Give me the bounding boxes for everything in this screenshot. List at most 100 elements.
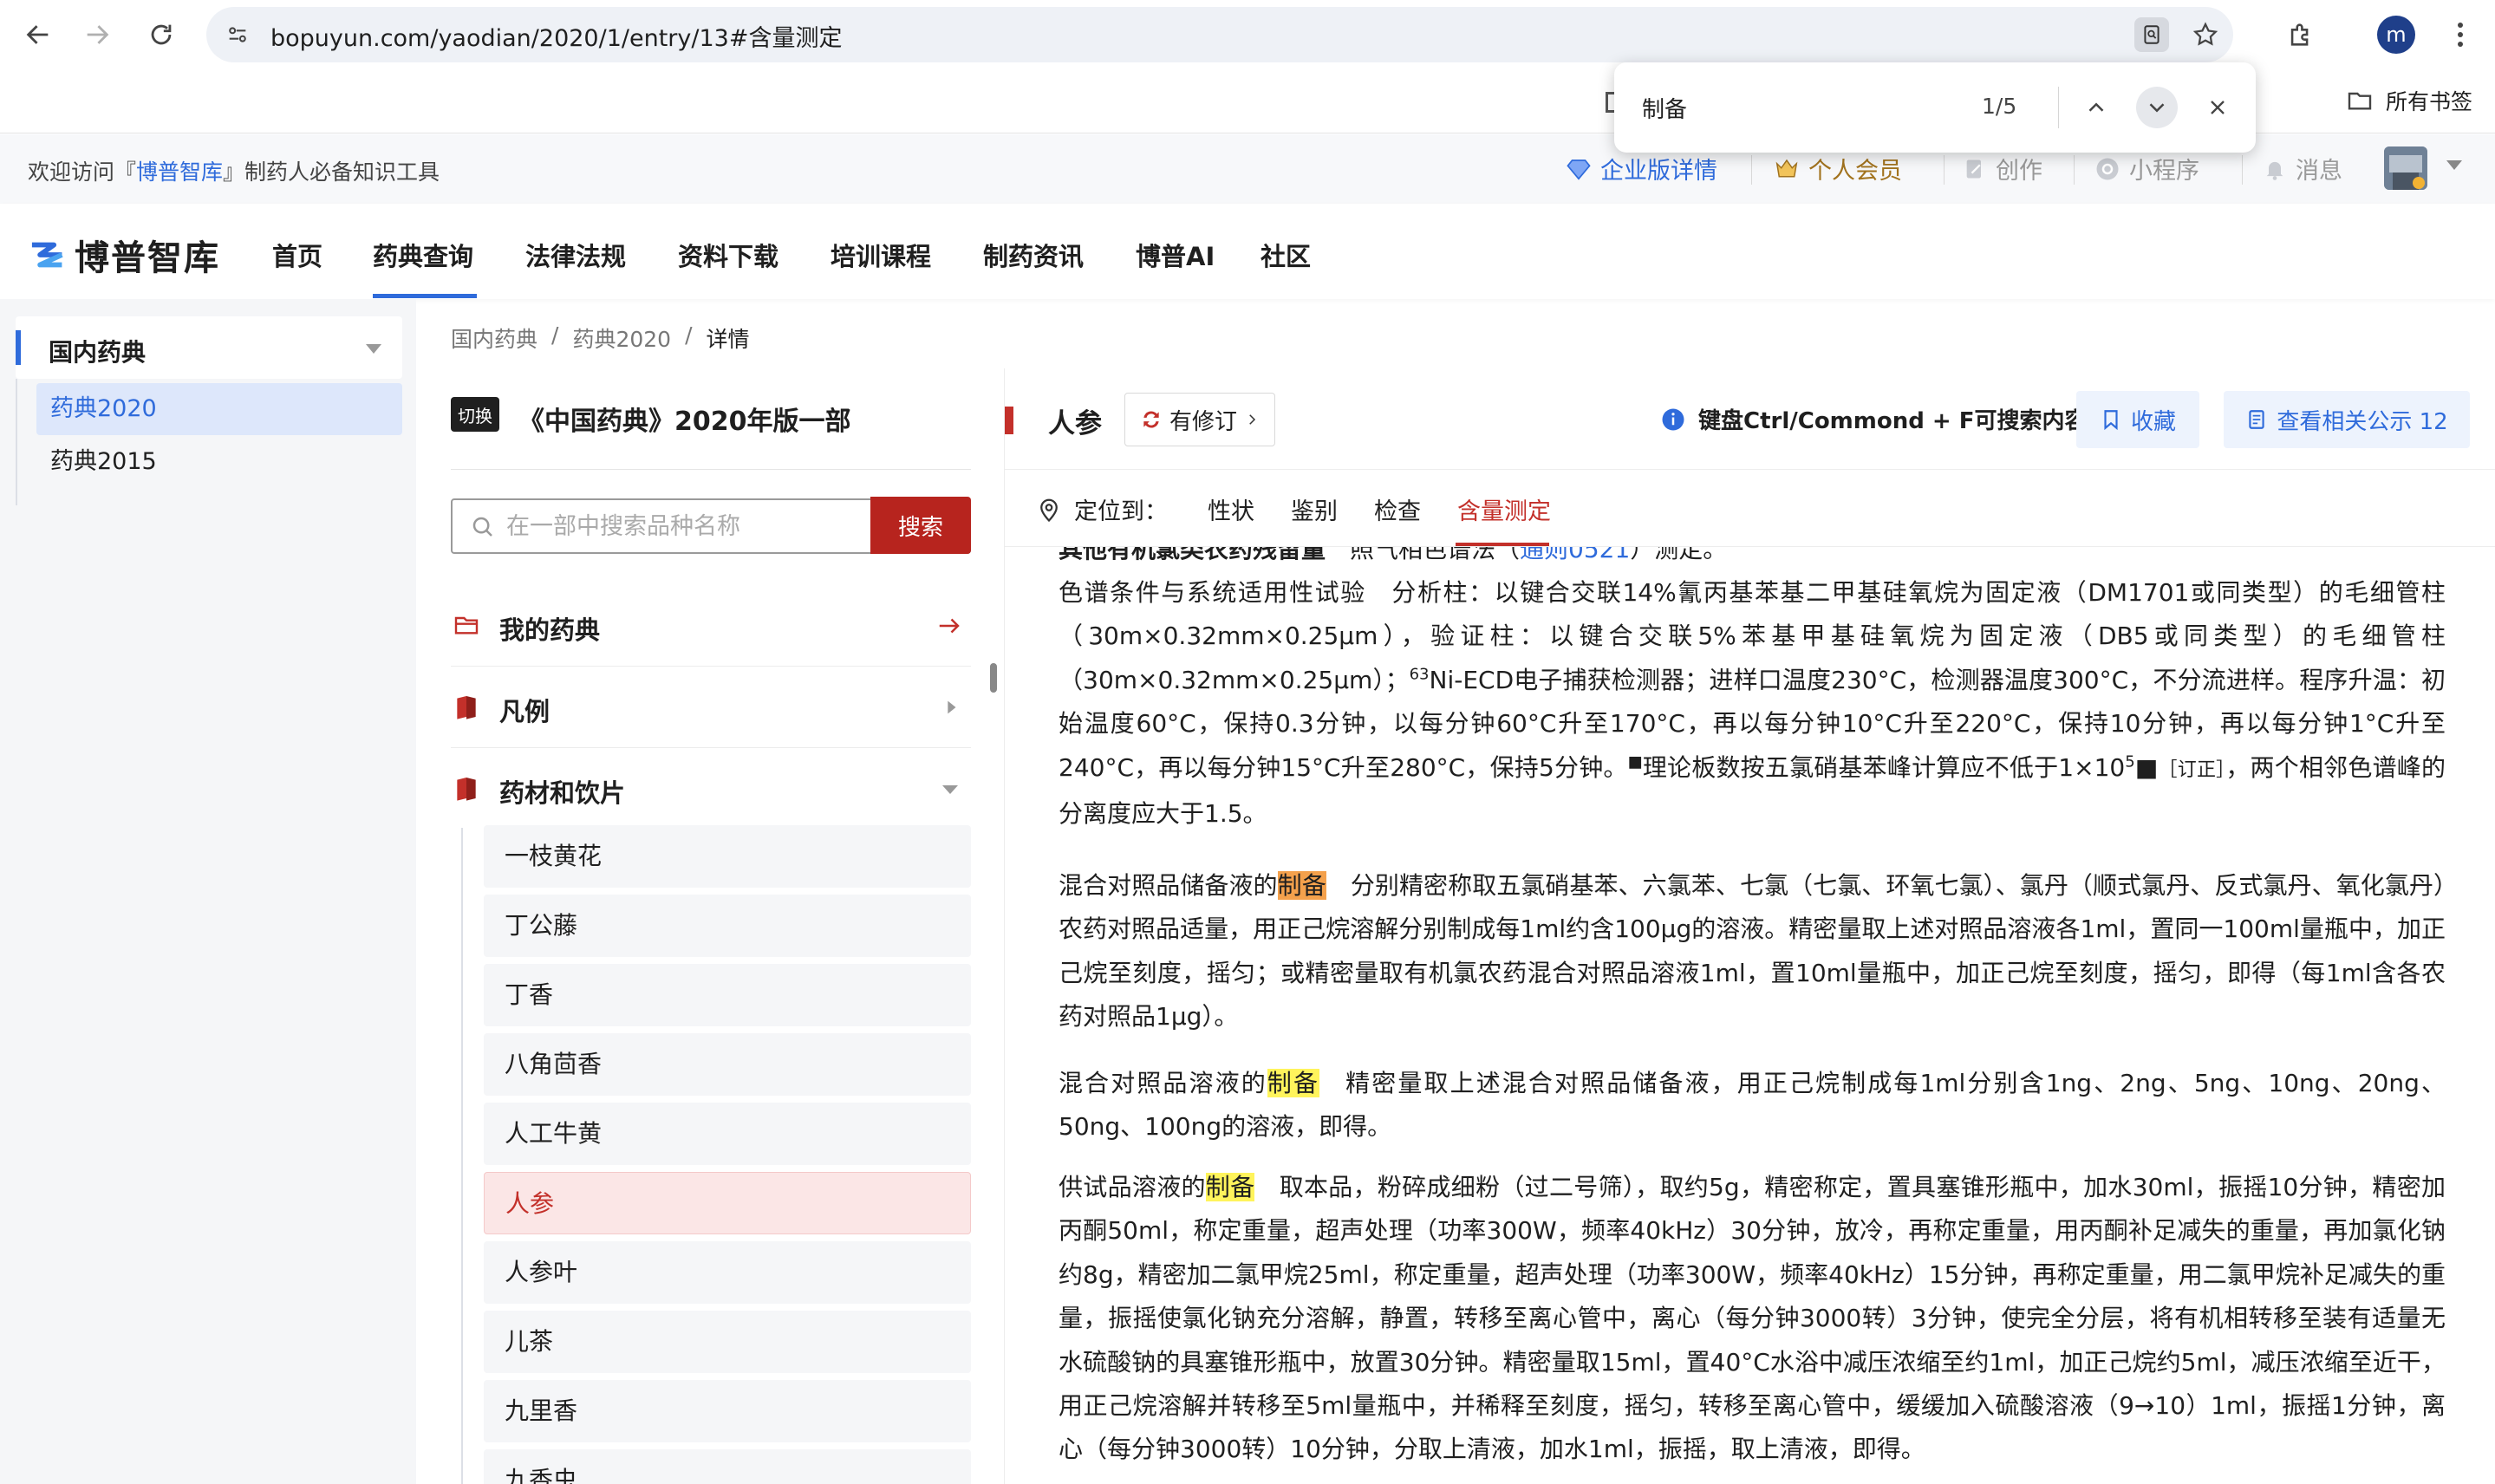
forward-button[interactable] [75,12,120,57]
find-input[interactable]: 制备 [1642,92,1687,124]
folder-icon [454,616,479,635]
nav-item-news[interactable]: 制药资讯 [983,237,1084,273]
drug-item[interactable]: 人工牛黄 [484,1103,971,1165]
user-menu-caret-icon[interactable] [2446,160,2462,170]
bookmark-icon [2104,410,2118,431]
paragraph-heading: 其他有机氯类农药残留量 [1059,547,1326,563]
search-highlight-current: 制备 [1277,871,1326,900]
catalog-tree-line [461,828,463,1484]
document-icon [2249,410,2264,429]
messages-link[interactable]: 消息 [2263,152,2342,186]
section-general-notices[interactable]: 凡例 [451,667,971,748]
sidebar-group-domestic[interactable]: 国内药典 [16,316,402,379]
site-info-icon[interactable] [218,16,257,54]
logo-mark-icon [31,242,63,268]
profile-avatar[interactable]: m [2377,16,2415,54]
back-button[interactable] [16,12,61,57]
drug-item[interactable]: 儿茶 [484,1311,971,1373]
monograph-content: 其他有机氯类农药残留量 照气相色谱法（通则0521）测定。 色谱条件与系统适用性… [1005,547,2495,1484]
create-label: 创作 [1996,158,2042,185]
catalog-scrollbar[interactable] [990,663,997,693]
switch-button[interactable]: 切换 [451,397,499,432]
book-icon [457,778,476,801]
collect-button[interactable]: 收藏 [2076,391,2199,448]
collect-label: 收藏 [2130,408,2176,435]
revision-badge[interactable]: 有修订 [1124,393,1275,446]
mini-program-link[interactable]: 小程序 [2094,152,2199,186]
address-bar[interactable]: bopuyun.com/yaodian/2020/1/entry/13#含量测定 [206,7,2233,62]
sidebar-item-2015[interactable]: 药典2015 [36,436,402,488]
breadcrumb-2020[interactable]: 药典2020 [572,322,671,354]
caret-down-icon [942,785,958,794]
locator-tab-assay[interactable]: 含量测定 [1457,492,1551,526]
create-link[interactable]: 创作 [1963,152,2042,186]
catalog-search-input[interactable] [506,500,836,552]
nav-item-downloads[interactable]: 资料下载 [678,237,778,273]
drug-item[interactable]: 人参叶 [484,1241,971,1304]
welcome-suffix: 』制药人必备知识工具 [223,159,440,185]
search-button[interactable]: 搜索 [870,497,971,554]
site-logo[interactable]: 博普智库 [26,230,220,280]
extensions-puzzle-icon[interactable] [2280,14,2322,55]
all-bookmarks-button[interactable]: 所有书签 [2346,85,2472,116]
vip-link[interactable]: 个人会员 [1774,152,1902,186]
locator-tab-identification[interactable]: 鉴别 [1291,492,1338,526]
monograph-header: 人参 有修订 键盘Ctrl/Commond + F可搜索内容 收藏 查看相关公示… [1005,368,2495,469]
reload-button[interactable] [139,12,184,57]
title-accent-bar [1005,407,1013,434]
find-close-button[interactable] [2197,87,2238,128]
find-previous-button[interactable] [2075,87,2117,128]
monograph-title: 人参 [1048,408,1102,439]
user-avatar[interactable] [2384,146,2427,190]
book-icon [457,696,476,719]
section-herbs-pieces[interactable]: 药材和饮片 [451,748,971,830]
locator-tab-tests[interactable]: 检查 [1374,492,1421,526]
nav-item-pharmacopoeia[interactable]: 药典查询 [373,237,473,273]
sidebar-group-label: 国内药典 [49,338,147,367]
nav-item-regulations[interactable]: 法律法规 [525,237,626,273]
revision-label: 有修订 [1169,408,1237,435]
page-search-icon[interactable] [2134,17,2169,52]
search-hint-text: 键盘Ctrl/Commond + F可搜索内容 [1698,408,2088,434]
nav-item-ai[interactable]: 博普AI [1136,237,1215,273]
sidebar-item-2020[interactable]: 药典2020 [36,383,402,435]
drug-item[interactable]: 丁公藤 [484,895,971,957]
revision-swap-icon [1143,411,1159,428]
drug-item[interactable]: 丁香 [484,964,971,1026]
diamond-icon [1567,159,1591,180]
messages-label: 消息 [2296,158,2342,185]
locator-tab-character[interactable]: 性状 [1208,492,1254,526]
nav-active-underline [373,294,477,298]
browser-menu-icon[interactable] [2443,16,2478,54]
catalog-panel: 切换 《中国药典》2020年版一部 搜索 我的药典 凡例 药材和饮片 一枝黄花 … [416,368,1004,1484]
related-notices-button[interactable]: 查看相关公示 12 [2224,391,2470,448]
welcome-brand-link[interactable]: 博普智库 [136,159,223,185]
url-text[interactable]: bopuyun.com/yaodian/2020/1/entry/13#含量测定 [270,19,842,53]
nav-item-home[interactable]: 首页 [272,237,322,273]
nav-item-courses[interactable]: 培训课程 [831,237,931,273]
reload-icon [151,24,172,45]
drug-item-active[interactable]: 人参 [484,1172,971,1234]
breadcrumb: 国内药典 / 药典2020 / 详情 [451,322,750,354]
bookmark-star-icon[interactable] [2186,16,2225,54]
general-rule-link[interactable]: 通则0521 [1520,547,1630,563]
chevron-right-icon [1249,414,1256,425]
locator-active-underline [1456,543,1549,546]
nav-item-community[interactable]: 社区 [1261,237,1311,273]
enterprise-link[interactable]: 企业版详情 [1566,152,1717,186]
drug-item[interactable]: 八角茴香 [484,1033,971,1096]
paragraph-text: 理论板数按五氯硝基苯峰计算应不低于1×10 [1642,752,2126,782]
welcome-prefix: 欢迎访问『 [28,159,137,185]
top-divider [2074,155,2075,185]
paragraph-text: 取本品，粉碎成细粉（过二号筛），取约5g，精密称定，置具塞锥形瓶中，加水30ml… [1059,1173,2446,1464]
locator-label-text: 定位到： [1074,498,1168,525]
paragraph-reference-solution: 混合对照品溶液的制备 精密量取上述混合对照品储备液，用正己烷制成每1ml分别含1… [1059,1062,2446,1149]
drug-item[interactable]: 九香虫 [484,1449,971,1484]
drug-item[interactable]: 九里香 [484,1380,971,1442]
catalog-divider [451,469,971,470]
find-next-button[interactable] [2136,87,2178,128]
revision-open-mark: ■ [1627,752,1643,771]
breadcrumb-domestic[interactable]: 国内药典 [451,322,537,354]
section-my-pharmacopoeia[interactable]: 我的药典 [451,585,971,667]
drug-item[interactable]: 一枝黄花 [484,825,971,888]
